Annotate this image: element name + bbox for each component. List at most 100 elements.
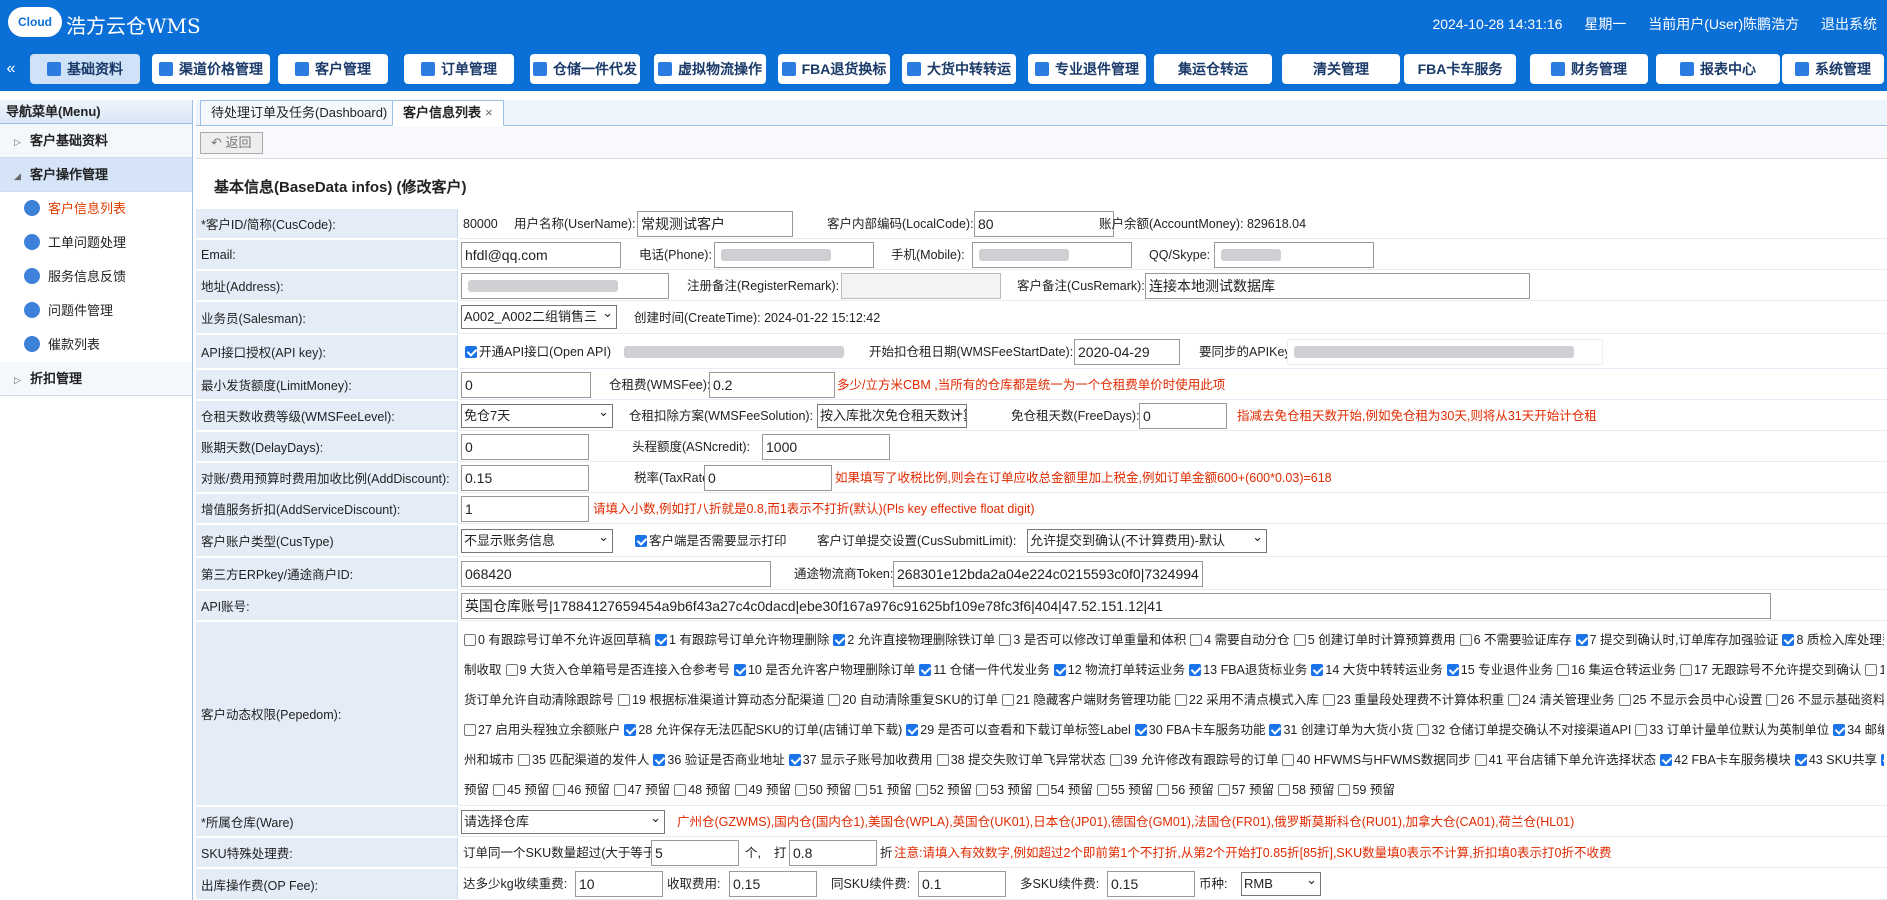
nav-return-mgmt[interactable]: 专业退件管理 (1028, 54, 1146, 84)
permission-checkbox[interactable]: 54 预留 (1036, 783, 1093, 797)
tab-customer-list[interactable]: 客户信息列表 × (392, 100, 504, 126)
tab-dashboard[interactable]: 待处理订单及任务(Dashboard) (200, 100, 399, 126)
sidebar-item-customer-list[interactable]: 客户信息列表 (0, 192, 192, 226)
permission-checkbox[interactable]: 52 预留 (915, 783, 972, 797)
permission-checkbox[interactable]: 30 FBA卡车服务功能 (1134, 723, 1265, 737)
feelevel-select[interactable]: 免仓7天 (461, 404, 613, 428)
permission-checkbox[interactable]: 20 自动清除重复SKU的订单 (828, 693, 998, 707)
phone-input[interactable] (714, 242, 874, 268)
permission-checkbox[interactable]: 50 预留 (794, 783, 851, 797)
nav-customs[interactable]: 清关管理 (1282, 54, 1400, 84)
token-input[interactable]: 268301e12bda2a04e224c0215593c0f0|7324994 (893, 561, 1203, 587)
freedays-input[interactable]: 0 (1139, 403, 1227, 429)
opfee-multisku-input[interactable]: 0.15 (1107, 871, 1195, 897)
nav-virtual-logistics[interactable]: 虚拟物流操作 (654, 54, 766, 84)
permission-checkbox[interactable]: 29 是否可以查看和下载订单标签Label (906, 723, 1131, 737)
sidebar-item-problems[interactable]: 问题件管理 (0, 294, 192, 328)
permission-checkbox[interactable]: 40 HFWMS与HFWMS数据同步 (1282, 753, 1471, 767)
collapse-nav-icon[interactable]: « (0, 54, 22, 84)
permission-checkbox[interactable]: 46 预留 (553, 783, 610, 797)
permission-checkbox[interactable]: 49 预留 (734, 783, 791, 797)
username-input[interactable]: 常规测试客户 (637, 211, 793, 237)
logout-link[interactable]: 退出系统 (1821, 16, 1877, 32)
permission-checkbox[interactable]: 10 是否允许客户物理删除订单 (733, 663, 915, 677)
permission-checkbox[interactable]: 6 不需要验证库存 (1459, 633, 1572, 647)
opfee-charge-input[interactable]: 0.15 (729, 871, 817, 897)
permission-checkbox[interactable]: 14 大货中转转运业务 (1311, 663, 1443, 677)
nav-reports[interactable]: 报表中心 (1656, 54, 1780, 84)
permission-checkbox[interactable]: 23 重量段处理费不计算体积重 (1322, 693, 1504, 707)
permission-checkbox[interactable]: 1 有跟踪号订单允许物理删除 (654, 633, 829, 647)
permission-checkbox[interactable]: 56 预留 (1157, 783, 1214, 797)
permission-checkbox[interactable]: 58 预留 (1278, 783, 1334, 797)
nav-customer[interactable]: 客户管理 (278, 54, 388, 84)
open-api-checkbox[interactable]: 开通API接口(Open API) (465, 344, 611, 360)
permission-checkbox[interactable]: 8 质检入库处理费 (1782, 633, 1884, 647)
permission-checkbox[interactable]: 59 预留 (1338, 783, 1395, 797)
permission-checkbox[interactable]: 21 隐藏客户端财务管理功能 (1002, 693, 1171, 707)
custype-select[interactable]: 不显示账务信息 (461, 529, 613, 553)
permission-checkbox[interactable]: 43 SKU共享 (1794, 753, 1877, 767)
permission-checkbox[interactable]: 48 预留 (674, 783, 731, 797)
permission-checkbox[interactable]: 24 清关管理业务 (1508, 693, 1615, 707)
sidebar-item-feedback[interactable]: 服务信息反馈 (0, 260, 192, 294)
permission-checkbox[interactable]: 2 允许直接物理删除铁订单 (833, 633, 995, 647)
nav-channel-price[interactable]: 渠道价格管理 (152, 54, 270, 84)
permission-checkbox[interactable]: 39 允许修改有跟踪号的订单 (1109, 753, 1278, 767)
delaydays-input[interactable]: 0 (461, 434, 589, 460)
permission-checkbox[interactable]: 11 仓储一件代发业务 (919, 663, 1050, 677)
sidebar-group-discount[interactable]: ▷ 折扣管理 (0, 362, 192, 396)
nav-orders[interactable]: 订单管理 (404, 54, 514, 84)
permission-checkbox[interactable]: 0 有跟踪号订单不允许返回草稿 (464, 633, 651, 647)
sync-apikey-input[interactable] (1287, 339, 1603, 365)
nav-fba-truck[interactable]: FBA卡车服务 (1404, 54, 1516, 84)
permission-checkbox[interactable]: 22 采用不清点模式入库 (1174, 693, 1319, 707)
permission-checkbox[interactable]: 44 (1880, 753, 1884, 767)
permission-checkbox[interactable]: 34 邮编匹配 (1833, 723, 1884, 737)
nav-finance[interactable]: 财务管理 (1530, 54, 1648, 84)
permission-checkbox[interactable]: 31 创建订单为大货小货 (1269, 723, 1413, 737)
permission-checkbox[interactable]: 19 根据标准渠道计算动态分配渠道 (618, 693, 824, 707)
ware-select[interactable]: 请选择仓库 (461, 810, 665, 834)
permission-checkbox[interactable]: 26 不显示基础资料设置 (1766, 693, 1884, 707)
permission-checkbox[interactable]: 17 无跟踪号不允许提交到确认 (1680, 663, 1861, 677)
permission-checkbox[interactable]: 51 预留 (855, 783, 912, 797)
opfee-kg-input[interactable]: 10 (575, 871, 663, 897)
sidebar-item-tickets[interactable]: 工单问题处理 (0, 226, 192, 260)
sidebar-group-basic[interactable]: ▷ 客户基础资料 (0, 124, 192, 158)
permission-checkbox[interactable]: 47 预留 (613, 783, 670, 797)
opfee-samesku-input[interactable]: 0.1 (918, 871, 1006, 897)
feestart-input[interactable]: 2020-04-29 (1074, 339, 1180, 365)
permission-checkbox[interactable]: 28 允许保存无法匹配SKU的订单(店铺订单下载) (624, 723, 902, 737)
servicediscount-input[interactable]: 1 (461, 496, 589, 522)
regremark-input[interactable] (841, 273, 1001, 299)
address-input[interactable] (461, 273, 669, 299)
permission-checkbox[interactable]: 9 大货入仓单箱号是否连接入仓参考号 (505, 663, 730, 677)
sidebar-item-collection[interactable]: 催款列表 (0, 328, 192, 362)
apiaccount-input[interactable]: 英国仓库账号|17884127659454a9b6f43a27c4c0dacd|… (461, 593, 1771, 619)
permission-checkbox[interactable]: 5 创建订单时计算预算费用 (1293, 633, 1456, 647)
skufee-discount-input[interactable]: 0.8 (789, 840, 877, 866)
nav-bulk-transfer[interactable]: 大货中转转运 (902, 54, 1016, 84)
nav-consolidation[interactable]: 集运仓转运 (1154, 54, 1272, 84)
permission-checkbox[interactable]: 33 订单计量单位默认为英制单位 (1635, 723, 1829, 737)
limitmoney-input[interactable]: 0 (461, 372, 591, 398)
asn-input[interactable]: 1000 (762, 434, 890, 460)
permission-checkbox[interactable]: 53 预留 (976, 783, 1033, 797)
taxrate-input[interactable]: 0 (704, 465, 832, 491)
permission-checkbox[interactable]: 55 预留 (1096, 783, 1153, 797)
localcode-input[interactable]: 80 (974, 211, 1114, 237)
skufee-qty-input[interactable]: 5 (651, 840, 739, 866)
cusremark-input[interactable]: 连接本地测试数据库 (1145, 273, 1530, 299)
permission-checkbox[interactable]: 45 预留 (493, 783, 549, 797)
solution-select[interactable]: 按入库批次免仓租天数计算 (817, 404, 967, 428)
salesman-select[interactable]: A002_A002二组销售三 (461, 305, 617, 329)
print-checkbox[interactable]: 客户端是否需要显示打印 (635, 533, 787, 549)
permission-checkbox[interactable]: 27 启用头程独立余额账户 (464, 723, 620, 737)
nav-warehouse-dropship[interactable]: 仓储一件代发 (530, 54, 640, 84)
nav-system[interactable]: 系统管理 (1782, 54, 1884, 84)
permission-checkbox[interactable]: 7 提交到确认时,订单库存加强验证 (1575, 633, 1778, 647)
close-icon[interactable]: × (485, 105, 493, 120)
permission-checkbox[interactable]: 32 仓储订单提交确认不对接渠道API (1417, 723, 1631, 737)
mobile-input[interactable] (972, 242, 1132, 268)
